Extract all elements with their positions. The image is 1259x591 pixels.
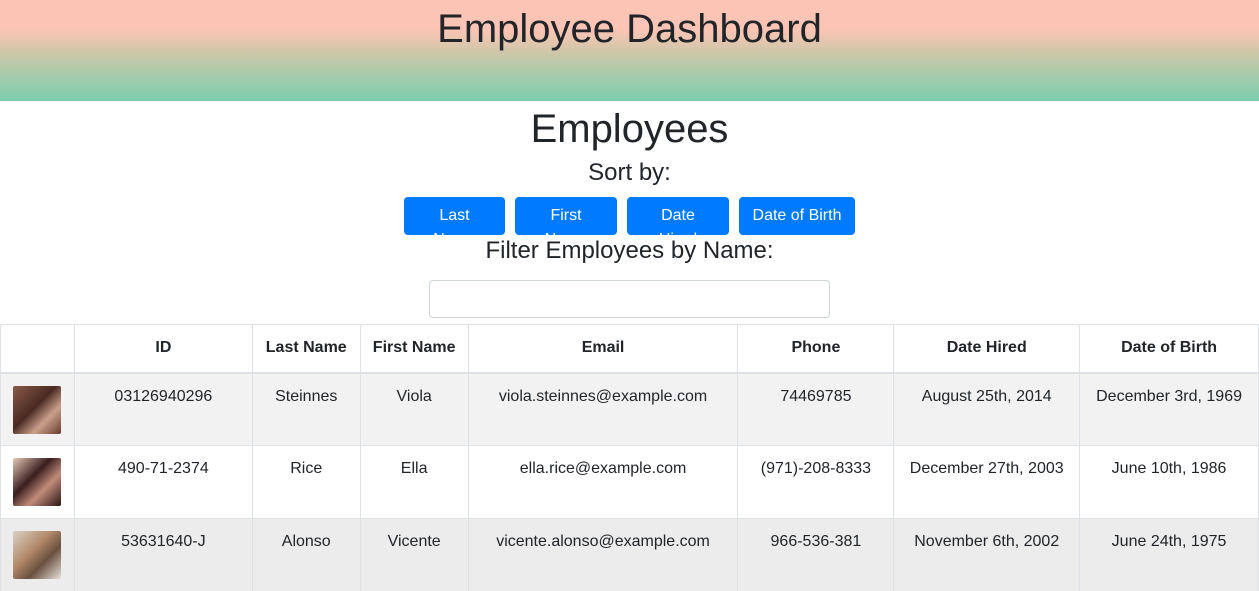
- email-cell: ella.rice@example.com: [467, 445, 739, 519]
- column-header-date-hired: Date Hired: [893, 324, 1081, 374]
- last-name-cell: Rice: [251, 445, 361, 519]
- date-of-birth-cell: December 3rd, 1969: [1079, 372, 1259, 446]
- phone-cell: 74469785: [737, 372, 895, 446]
- last-name-cell: Steinnes: [251, 372, 361, 446]
- sort-date-of-birth-button[interactable]: Date of Birth: [739, 197, 855, 235]
- column-header-date-of-birth: Date of Birth: [1079, 324, 1259, 374]
- date-hired-cell: December 27th, 2003: [893, 445, 1081, 519]
- column-header-first-name: First Name: [359, 324, 469, 374]
- section-title: Employees: [530, 107, 729, 151]
- column-header-last-name: Last Name: [251, 324, 361, 374]
- column-header-photo: [0, 324, 75, 374]
- id-cell: 03126940296: [73, 372, 253, 446]
- first-name-cell: Viola: [359, 372, 469, 446]
- page-title: Employee Dashboard: [437, 7, 822, 51]
- sort-last-name-button[interactable]: Last Name: [404, 197, 505, 248]
- id-cell: 490-71-2374: [73, 445, 253, 519]
- first-name-cell: Vicente: [359, 518, 469, 591]
- table-row: 03126940296 Steinnes Viola viola.steinne…: [0, 372, 1259, 446]
- photo-cell: [0, 445, 75, 519]
- email-cell: viola.steinnes@example.com: [467, 372, 739, 446]
- date-hired-cell: August 25th, 2014: [893, 372, 1081, 446]
- employee-photo-icon: [13, 531, 62, 579]
- sort-date-hired-button[interactable]: Date Hired: [627, 197, 729, 248]
- table-row: 490-71-2374 Rice Ella ella.rice@example.…: [0, 445, 1259, 519]
- photo-cell: [0, 372, 75, 446]
- sort-label: Sort by:: [588, 159, 671, 186]
- date-of-birth-cell: June 10th, 1986: [1079, 445, 1259, 519]
- column-header-email: Email: [467, 324, 739, 374]
- column-header-phone: Phone: [737, 324, 895, 374]
- table-row: 53631640-J Alonso Vicente vicente.alonso…: [0, 518, 1259, 591]
- date-of-birth-cell: June 24th, 1975: [1079, 518, 1259, 591]
- filter-name-input[interactable]: [429, 280, 830, 318]
- date-hired-cell: November 6th, 2002: [893, 518, 1081, 591]
- sort-first-name-button[interactable]: First Name: [515, 197, 617, 248]
- id-cell: 53631640-J: [73, 518, 253, 591]
- phone-cell: (971)-208-8333: [737, 445, 895, 519]
- employee-photo-icon: [13, 385, 62, 434]
- column-header-id: ID: [73, 324, 253, 374]
- filter-container: [0, 280, 1259, 318]
- phone-cell: 966-536-381: [737, 518, 895, 591]
- first-name-cell: Ella: [359, 445, 469, 519]
- page-header: Employee Dashboard: [0, 0, 1259, 101]
- table-header-row: ID Last Name First Name Email Phone Date…: [0, 324, 1259, 374]
- last-name-cell: Alonso: [251, 518, 361, 591]
- employee-table: ID Last Name First Name Email Phone Date…: [0, 324, 1259, 591]
- employee-photo-icon: [13, 458, 62, 506]
- photo-cell: [0, 518, 75, 591]
- sort-button-group: Last Name First Name Date Hired Date of …: [0, 197, 1259, 248]
- filter-label: Filter Employees by Name:: [485, 237, 774, 264]
- email-cell: vicente.alonso@example.com: [467, 518, 739, 591]
